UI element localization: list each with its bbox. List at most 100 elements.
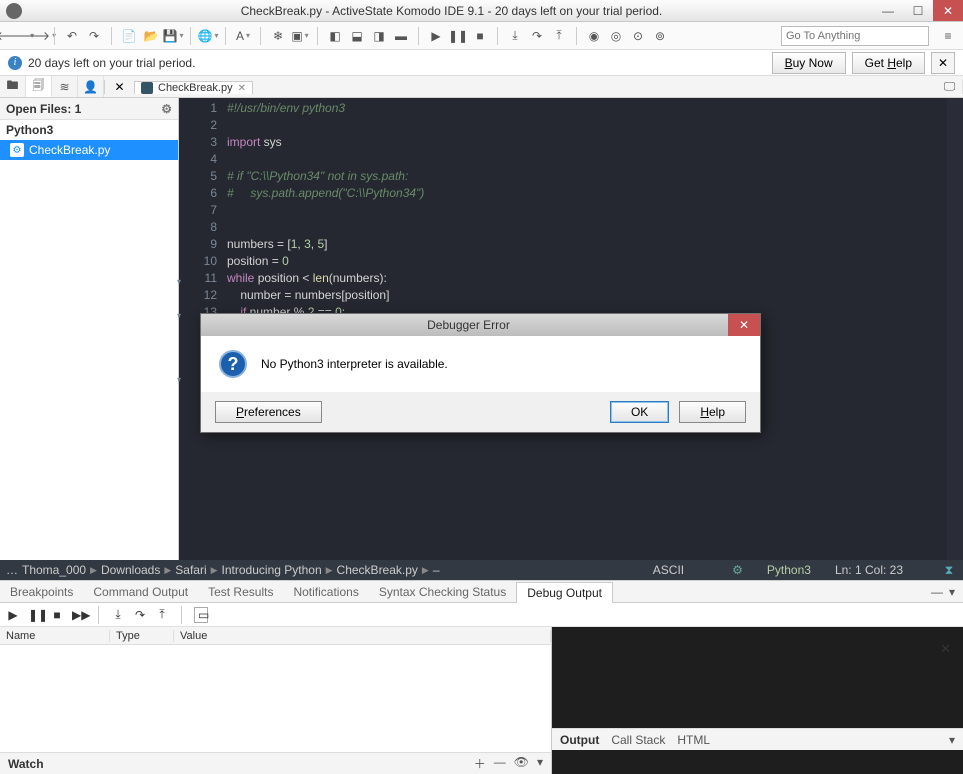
dialog-close-icon[interactable]: ✕	[728, 314, 760, 336]
col-value[interactable]: Value	[174, 630, 551, 642]
encoding-label[interactable]: ASCII	[653, 563, 684, 577]
language-label[interactable]: Python3	[767, 563, 811, 577]
users-tab-icon[interactable]: 👤	[78, 76, 104, 97]
layout-left-icon[interactable]: ◧	[326, 27, 344, 45]
info-icon: i	[8, 56, 22, 70]
minimize-panel-icon[interactable]: —	[931, 585, 943, 599]
macro-stop-button[interactable]: ◎	[607, 27, 625, 45]
files-tab-icon[interactable]: 🖿	[0, 76, 26, 97]
gear-icon[interactable]: ⚙	[161, 102, 172, 116]
snippet-button[interactable]: ❄	[269, 27, 287, 45]
tab-breakpoints[interactable]: Breakpoints	[0, 581, 83, 602]
bc-seg[interactable]: Downloads	[101, 563, 160, 577]
macro-play-button[interactable]: ⊙	[629, 27, 647, 45]
web-button[interactable]: 🌐	[199, 27, 217, 45]
watch-panel: Name Type Value Watch ＋ — 👁 ▾	[0, 627, 552, 774]
step-out-button[interactable]: ⤒	[550, 27, 568, 45]
pause-button[interactable]: ❚❚	[449, 27, 467, 45]
tab-syntax-checking[interactable]: Syntax Checking Status	[369, 581, 516, 602]
db-tab-icon[interactable]: ≋	[52, 76, 78, 97]
buy-now-button[interactable]: Buy Now	[772, 52, 846, 74]
sidebar-group[interactable]: Python3	[0, 120, 178, 140]
text-size-button[interactable]: A	[234, 27, 252, 45]
help-button[interactable]: Help	[679, 401, 746, 423]
editor-tab[interactable]: CheckBreak.py ✕	[134, 81, 253, 94]
debug-stop-icon[interactable]: ■	[50, 608, 64, 622]
status-breadcrumb: … Thoma_000▶ Downloads▶ Safari▶ Introduc…	[0, 560, 963, 580]
bc-seg[interactable]: Introducing Python	[222, 563, 322, 577]
watch-list[interactable]	[0, 645, 551, 752]
col-name[interactable]: Name	[0, 630, 110, 642]
layout-bottom-icon[interactable]: ⬓	[348, 27, 366, 45]
dismiss-trial-button[interactable]: ✕	[931, 52, 955, 74]
save-button[interactable]: 💾	[164, 27, 182, 45]
html-tab[interactable]: HTML	[677, 733, 710, 747]
line-col-label[interactable]: Ln: 1 Col: 23	[835, 563, 903, 577]
monitor-icon[interactable]: 🖵	[937, 79, 963, 94]
ok-button[interactable]: OK	[610, 401, 669, 423]
toggle-watch-icon[interactable]: 👁	[514, 755, 529, 772]
watch-label: Watch	[8, 757, 44, 771]
python-file-icon	[141, 82, 153, 94]
preferences-button[interactable]: Preferences	[215, 401, 322, 423]
close-button[interactable]: ✕	[933, 0, 963, 21]
step-into-button[interactable]: ⤓	[506, 27, 524, 45]
open-button[interactable]: 📂	[142, 27, 160, 45]
tab-test-results[interactable]: Test Results	[198, 581, 283, 602]
get-help-button[interactable]: Get Help	[852, 52, 925, 74]
debug-stepout-icon[interactable]: ⤒	[155, 607, 169, 622]
sidebar-file-selected[interactable]: ⚙ CheckBreak.py	[0, 140, 178, 160]
record-button[interactable]: ◉	[585, 27, 603, 45]
close-tab-icon[interactable]: ✕	[238, 83, 246, 94]
bc-seg[interactable]: CheckBreak.py	[337, 563, 418, 577]
step-over-button[interactable]: ↷	[528, 27, 546, 45]
bc-ellipsis[interactable]: …	[6, 563, 18, 577]
play-button[interactable]: ▶	[427, 27, 445, 45]
dialog-titlebar: Debugger Error ✕	[201, 314, 760, 336]
minimize-button[interactable]: —	[873, 0, 903, 21]
debug-play-icon[interactable]: ▶	[6, 608, 20, 622]
minimap[interactable]	[947, 98, 963, 560]
tab-debug-output[interactable]: Debug Output	[516, 582, 613, 603]
remove-watch-icon[interactable]: —	[494, 755, 506, 772]
macro-extra-button[interactable]: ⊚	[651, 27, 669, 45]
goto-input[interactable]	[781, 26, 929, 46]
output-chevron-icon[interactable]: ▾	[949, 733, 955, 747]
sidebar-icon-tabs: 🖿 🗐 ≋ 👤 ✕ CheckBreak.py ✕ 🖵	[0, 76, 963, 98]
undo-button[interactable]: ↶	[63, 27, 81, 45]
watch-chevron-icon[interactable]: ▾	[537, 755, 543, 772]
editor-tab-label: CheckBreak.py	[158, 82, 233, 94]
add-watch-icon[interactable]: ＋	[474, 755, 486, 772]
bc-seg: –	[433, 563, 440, 577]
output-tab[interactable]: Output	[560, 733, 599, 747]
callstack-tab[interactable]: Call Stack	[611, 733, 665, 747]
collapse-panel-icon[interactable]: ▾	[949, 585, 955, 599]
col-type[interactable]: Type	[110, 630, 174, 642]
tools-button[interactable]: ▣	[291, 27, 309, 45]
debug-ff-icon[interactable]: ▶▶	[72, 608, 86, 622]
trial-message: 20 days left on your trial period.	[28, 56, 766, 70]
tab-notifications[interactable]: Notifications	[283, 581, 368, 602]
forward-button[interactable]: 🡒	[28, 27, 46, 45]
tab-command-output[interactable]: Command Output	[83, 581, 198, 602]
question-icon: ?	[219, 350, 247, 378]
menu-button[interactable]: ≡	[939, 27, 957, 45]
debug-pause-icon[interactable]: ❚❚	[28, 608, 42, 622]
debug-stepover-icon[interactable]: ↷	[133, 608, 147, 622]
bc-seg[interactable]: Safari	[175, 563, 206, 577]
stop-button[interactable]: ■	[471, 27, 489, 45]
openfiles-tab-icon[interactable]: 🗐	[26, 76, 52, 97]
sidebar: Open Files: 1 ⚙ Python3 ⚙ CheckBreak.py	[0, 98, 179, 560]
debug-console-icon[interactable]: ▭	[194, 607, 208, 623]
layout-right-icon[interactable]: ◨	[370, 27, 388, 45]
maximize-button[interactable]: ☐	[903, 0, 933, 21]
goto-anything	[781, 26, 929, 46]
new-file-button[interactable]: 📄	[120, 27, 138, 45]
redo-button[interactable]: ↷	[85, 27, 103, 45]
layout-full-icon[interactable]: ▬	[392, 27, 410, 45]
close-sidebar-icon[interactable]: ✕	[104, 80, 134, 94]
bc-seg[interactable]: Thoma_000	[22, 563, 86, 577]
debug-stepin-icon[interactable]: ⤓	[111, 607, 125, 622]
dialog-title: Debugger Error	[209, 318, 728, 332]
close-debug-icon[interactable]: ✕	[940, 641, 951, 657]
